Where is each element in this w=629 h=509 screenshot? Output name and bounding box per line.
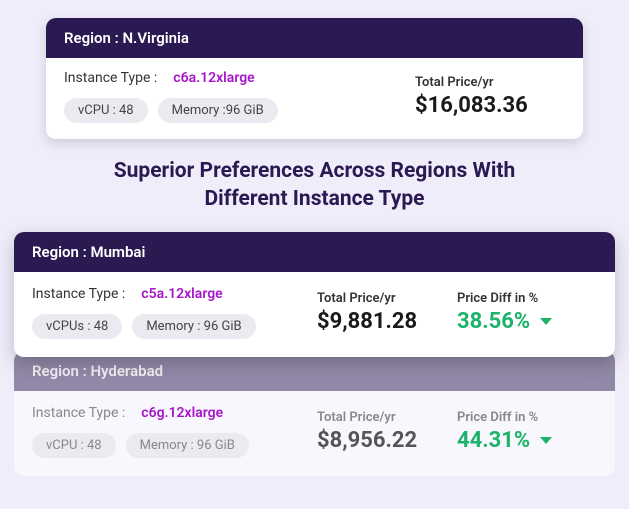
- main-left: Instance Type : c6a.12xlarge vCPU : 48 M…: [64, 70, 415, 123]
- main-card-body: Instance Type : c6a.12xlarge vCPU : 48 M…: [46, 58, 583, 139]
- compare-left: Instance Type : c5a.12xlarge vCPUs : 48 …: [32, 286, 317, 339]
- chip-row: vCPU : 48 Memory : 96 GiB: [32, 433, 317, 458]
- instance-type-value: c5a.12xlarge: [141, 286, 222, 302]
- caret-down-icon: [540, 437, 552, 444]
- region-header: Region : N.Virginia: [46, 18, 583, 58]
- price-label: Total Price/yr: [317, 410, 457, 425]
- compare-card[interactable]: Region : Hyderabad Instance Type : c6g.1…: [14, 351, 615, 476]
- main-region-card: Region : N.Virginia Instance Type : c6a.…: [46, 18, 583, 139]
- compare-price: Total Price/yr $8,956.22: [317, 410, 457, 453]
- memory-chip: Memory : 96 GiB: [126, 433, 249, 458]
- compare-diff: Price Diff in % 38.56%: [457, 291, 597, 334]
- region-header: Region : Mumbai: [14, 232, 615, 272]
- compare-card[interactable]: Region : Mumbai Instance Type : c5a.12xl…: [14, 232, 615, 357]
- compare-diff: Price Diff in % 44.31%: [457, 410, 597, 453]
- compare-body: Instance Type : c5a.12xlarge vCPUs : 48 …: [14, 272, 615, 357]
- vcpu-chip: vCPU : 48: [64, 98, 148, 123]
- diff-value: 38.56%: [457, 309, 530, 334]
- instance-row: Instance Type : c6g.12xlarge: [32, 405, 317, 421]
- section-title: Superior Preferences Across Regions With…: [74, 157, 555, 214]
- main-right: Total Price/yr $16,083.36: [415, 75, 565, 118]
- diff-value: 44.31%: [457, 428, 530, 453]
- memory-chip: Memory : 96 GiB: [132, 314, 255, 339]
- region-header: Region : Hyderabad: [14, 351, 615, 391]
- caret-down-icon: [540, 318, 552, 325]
- diff-row: 44.31%: [457, 428, 597, 453]
- price-label: Total Price/yr: [415, 75, 565, 90]
- compare-body: Instance Type : c6g.12xlarge vCPU : 48 M…: [14, 391, 615, 476]
- price-label: Total Price/yr: [317, 291, 457, 306]
- price-value: $8,956.22: [317, 428, 457, 453]
- instance-type-value: c6a.12xlarge: [173, 70, 254, 86]
- chip-row: vCPU : 48 Memory :96 GiB: [64, 98, 415, 123]
- diff-label: Price Diff in %: [457, 410, 597, 425]
- chip-row: vCPUs : 48 Memory : 96 GiB: [32, 314, 317, 339]
- instance-type-label: Instance Type :: [32, 286, 125, 302]
- diff-row: 38.56%: [457, 309, 597, 334]
- price-value: $16,083.36: [415, 93, 565, 118]
- memory-chip: Memory :96 GiB: [158, 98, 278, 123]
- instance-type-value: c6g.12xlarge: [141, 405, 223, 421]
- compare-left: Instance Type : c6g.12xlarge vCPU : 48 M…: [32, 405, 317, 458]
- instance-type-label: Instance Type :: [64, 70, 157, 86]
- price-value: $9,881.28: [317, 309, 457, 334]
- instance-row: Instance Type : c5a.12xlarge: [32, 286, 317, 302]
- vcpu-chip: vCPUs : 48: [32, 314, 122, 339]
- instance-row: Instance Type : c6a.12xlarge: [64, 70, 415, 86]
- instance-type-label: Instance Type :: [32, 405, 125, 421]
- compare-price: Total Price/yr $9,881.28: [317, 291, 457, 334]
- diff-label: Price Diff in %: [457, 291, 597, 306]
- page-container: Region : N.Virginia Instance Type : c6a.…: [14, 18, 615, 476]
- vcpu-chip: vCPU : 48: [32, 433, 116, 458]
- comparison-list: Region : Mumbai Instance Type : c5a.12xl…: [14, 232, 615, 476]
